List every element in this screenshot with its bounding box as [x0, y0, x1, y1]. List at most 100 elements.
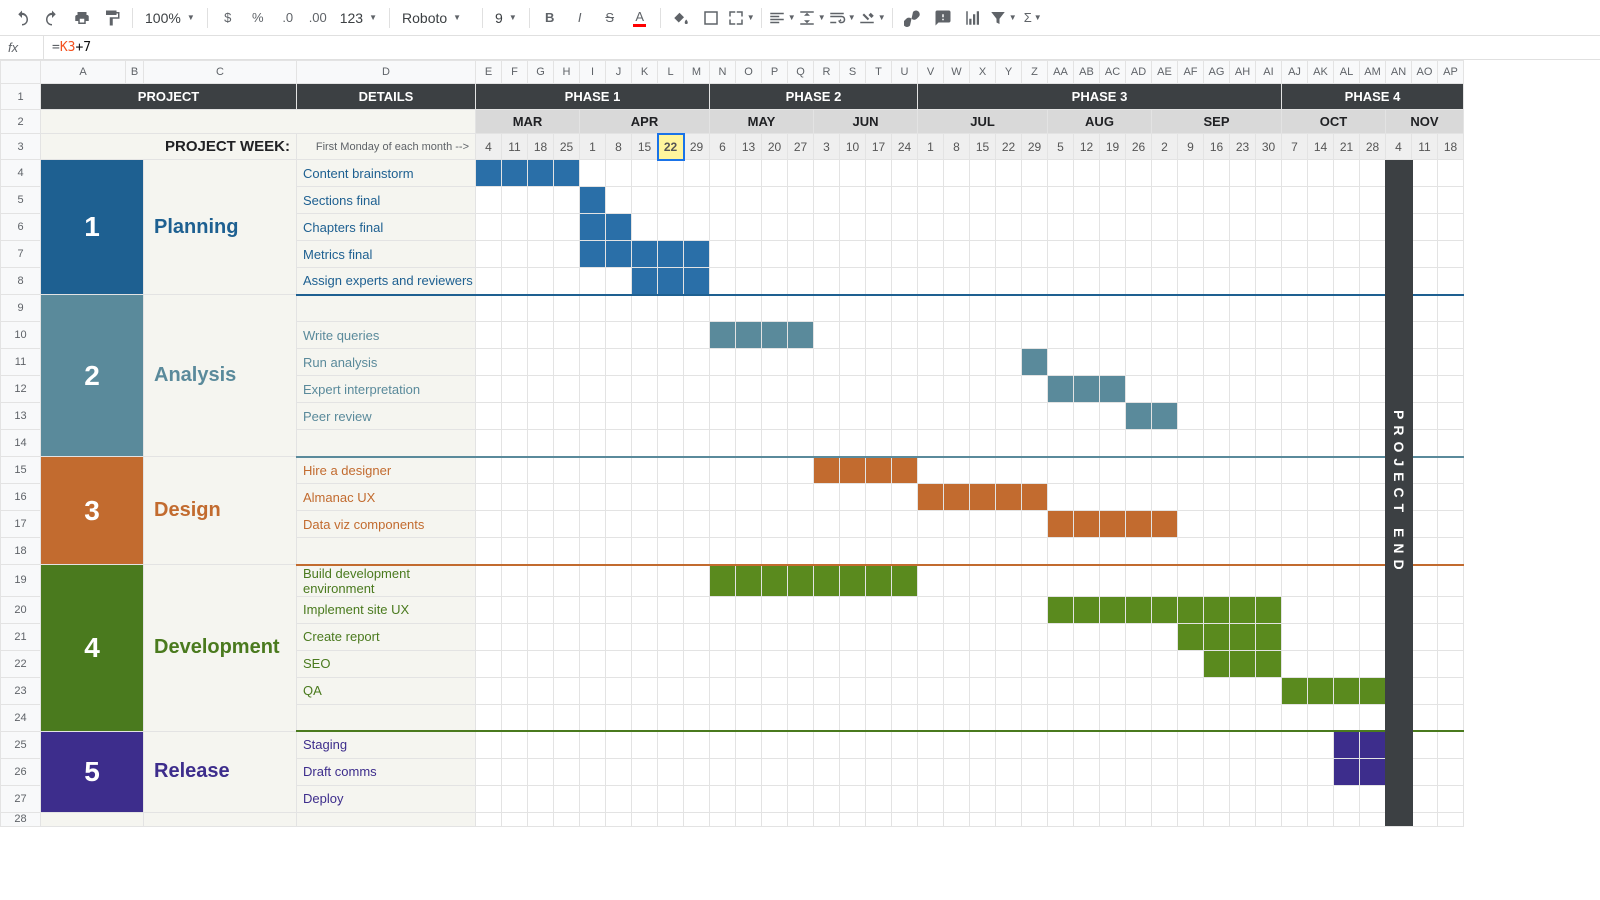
- grid-cell[interactable]: [1048, 731, 1074, 758]
- grid-cell[interactable]: [528, 430, 554, 457]
- grid-cell[interactable]: [1074, 268, 1100, 295]
- font-size-dropdown[interactable]: 9: [489, 10, 523, 26]
- grid-cell[interactable]: [1412, 403, 1438, 430]
- grid-cell[interactable]: [606, 403, 632, 430]
- week-cell[interactable]: 5: [1048, 134, 1074, 160]
- grid-cell[interactable]: [840, 322, 866, 349]
- grid-cell[interactable]: [658, 785, 684, 812]
- grid-cell[interactable]: [1100, 241, 1126, 268]
- grid-cell[interactable]: [1100, 268, 1126, 295]
- row-header[interactable]: 13: [1, 403, 41, 430]
- undo-button[interactable]: [8, 4, 36, 32]
- grid-cell[interactable]: [762, 650, 788, 677]
- grid-cell[interactable]: [762, 758, 788, 785]
- grid-cell[interactable]: [476, 758, 502, 785]
- grid-cell[interactable]: [606, 322, 632, 349]
- grid-cell[interactable]: [710, 403, 736, 430]
- increase-decimal-button[interactable]: .00: [304, 4, 332, 32]
- grid-cell[interactable]: [1412, 457, 1438, 484]
- grid-cell[interactable]: [970, 457, 996, 484]
- week-cell[interactable]: 1: [580, 134, 606, 160]
- grid-cell[interactable]: [1256, 731, 1282, 758]
- grid-cell[interactable]: [814, 704, 840, 731]
- row-header[interactable]: 23: [1, 677, 41, 704]
- grid-cell[interactable]: [814, 758, 840, 785]
- grid-cell[interactable]: [866, 785, 892, 812]
- col-header[interactable]: AL: [1334, 61, 1360, 84]
- grid-cell[interactable]: [918, 214, 944, 241]
- grid-cell[interactable]: [762, 187, 788, 214]
- grid-cell[interactable]: [1100, 623, 1126, 650]
- grid-cell[interactable]: [528, 484, 554, 511]
- spreadsheet-grid[interactable]: ABCDEFGHIJKLMNOPQRSTUVWXYZAAABACADAEAFAG…: [0, 60, 1600, 827]
- gantt-bar[interactable]: [944, 484, 970, 511]
- chart-button[interactable]: [959, 4, 987, 32]
- grid-cell[interactable]: [1412, 565, 1438, 597]
- grid-cell[interactable]: [1074, 785, 1100, 812]
- grid-cell[interactable]: [1438, 785, 1464, 812]
- grid-cell[interactable]: [684, 731, 710, 758]
- grid-cell[interactable]: [762, 484, 788, 511]
- grid-cell[interactable]: [684, 457, 710, 484]
- grid-cell[interactable]: [1256, 349, 1282, 376]
- gantt-bar[interactable]: [1152, 596, 1178, 623]
- gantt-bar[interactable]: [658, 268, 684, 295]
- col-header[interactable]: AJ: [1282, 61, 1308, 84]
- grid-cell[interactable]: [866, 349, 892, 376]
- grid-cell[interactable]: [788, 403, 814, 430]
- grid-cell[interactable]: [1022, 704, 1048, 731]
- grid-cell[interactable]: [736, 484, 762, 511]
- grid-cell[interactable]: [918, 650, 944, 677]
- grid-cell[interactable]: [996, 376, 1022, 403]
- grid-cell[interactable]: [710, 241, 736, 268]
- grid-cell[interactable]: [476, 704, 502, 731]
- grid-cell[interactable]: [1412, 349, 1438, 376]
- fill-color-button[interactable]: [667, 4, 695, 32]
- grid-cell[interactable]: [814, 268, 840, 295]
- col-header[interactable]: S: [840, 61, 866, 84]
- col-header[interactable]: X: [970, 61, 996, 84]
- grid-cell[interactable]: [866, 160, 892, 187]
- row-header[interactable]: 4: [1, 160, 41, 187]
- gantt-bar[interactable]: [1126, 596, 1152, 623]
- grid-cell[interactable]: [606, 704, 632, 731]
- grid-cell[interactable]: [1230, 758, 1256, 785]
- grid-cell[interactable]: [1048, 430, 1074, 457]
- gantt-bar[interactable]: [580, 241, 606, 268]
- grid-cell[interactable]: [632, 785, 658, 812]
- grid-cell[interactable]: [918, 511, 944, 538]
- gantt-bar[interactable]: [762, 322, 788, 349]
- grid-cell[interactable]: [1074, 758, 1100, 785]
- grid-cell[interactable]: [632, 160, 658, 187]
- grid-cell[interactable]: [1308, 322, 1334, 349]
- grid-cell[interactable]: [710, 214, 736, 241]
- grid-cell[interactable]: [1308, 538, 1334, 565]
- grid-cell[interactable]: [554, 565, 580, 597]
- grid-cell[interactable]: [554, 704, 580, 731]
- gantt-bar[interactable]: [1360, 677, 1386, 704]
- grid-cell[interactable]: [1282, 596, 1308, 623]
- row-header[interactable]: 19: [1, 565, 41, 597]
- grid-cell[interactable]: [892, 785, 918, 812]
- grid-cell[interactable]: [736, 731, 762, 758]
- grid-cell[interactable]: [1204, 214, 1230, 241]
- grid-cell[interactable]: [1126, 623, 1152, 650]
- grid-cell[interactable]: [502, 457, 528, 484]
- grid-cell[interactable]: [580, 376, 606, 403]
- header-month[interactable]: APR: [580, 110, 710, 134]
- grid-cell[interactable]: [1438, 758, 1464, 785]
- grid-cell[interactable]: [632, 295, 658, 322]
- grid-cell[interactable]: [1204, 731, 1230, 758]
- grid-cell[interactable]: [1282, 758, 1308, 785]
- grid-cell[interactable]: [1256, 376, 1282, 403]
- grid-cell[interactable]: [892, 349, 918, 376]
- grid-cell[interactable]: [762, 376, 788, 403]
- week-cell[interactable]: 24: [892, 134, 918, 160]
- grid-cell[interactable]: [918, 704, 944, 731]
- grid-cell[interactable]: [658, 214, 684, 241]
- grid-cell[interactable]: [1282, 538, 1308, 565]
- grid-cell[interactable]: [944, 160, 970, 187]
- grid-cell[interactable]: [736, 268, 762, 295]
- grid-cell[interactable]: [892, 376, 918, 403]
- gantt-bar[interactable]: [476, 160, 502, 187]
